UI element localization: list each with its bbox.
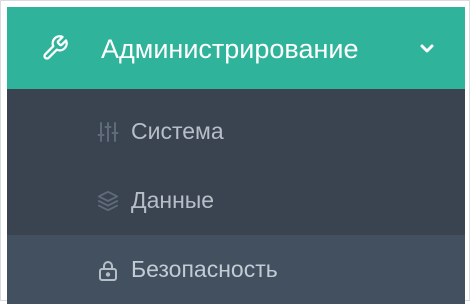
menu-group-title: Администрирование — [101, 34, 359, 64]
menu-group-administration[interactable]: Администрирование — [7, 7, 465, 89]
submenu-item-label: Безопасность — [131, 256, 278, 282]
submenu-item-security[interactable]: Безопасность — [7, 235, 465, 304]
layers-icon — [97, 190, 119, 212]
chevron-down-icon[interactable] — [419, 43, 435, 55]
submenu-item-data[interactable]: Данные — [7, 166, 465, 235]
submenu-item-system[interactable]: Система — [7, 97, 465, 166]
submenu-item-label: Система — [131, 118, 224, 144]
wrench-icon — [43, 35, 68, 60]
submenu-item-label: Данные — [131, 187, 215, 213]
lock-icon — [99, 261, 117, 281]
submenu: Система Данные Безопасность — [7, 89, 465, 304]
sliders-icon — [97, 122, 119, 142]
sidebar-menu: Администрирование Система Данные Безопас… — [0, 0, 470, 304]
